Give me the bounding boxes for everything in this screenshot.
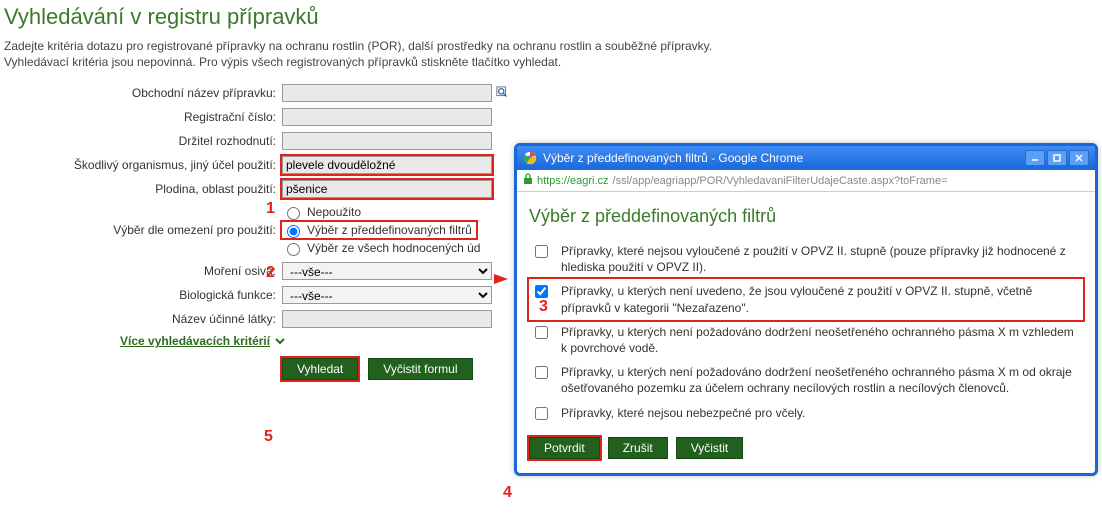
minimize-button[interactable] <box>1025 150 1045 166</box>
radio-nepouzito-label: Nepoužito <box>307 205 361 219</box>
url-path: /ssl/app/eagriapp/POR/VyhledavaniFilterU… <box>613 175 948 187</box>
filter-text-3: Přípravky, u kterých není požadováno dod… <box>561 324 1081 356</box>
filter-checkbox-1[interactable] <box>535 245 548 258</box>
holder-input[interactable] <box>282 132 492 150</box>
more-criteria-label: Více vyhledávacích kritérií <box>120 334 270 348</box>
address-bar[interactable]: https://eagri.cz/ssl/app/eagriapp/POR/Vy… <box>517 170 1095 192</box>
chevron-down-icon <box>274 335 286 347</box>
radio-predef-label: Výběr z předdefinovaných filtrů <box>307 223 472 237</box>
substance-input[interactable] <box>282 310 492 328</box>
radio-predef[interactable]: Výběr z předdefinovaných filtrů <box>282 222 476 238</box>
marker-4: 4 <box>503 484 512 502</box>
label-holder: Držitel rozhodnutí: <box>0 134 282 148</box>
filter-popup: Výběr z předdefinovaných filtrů - Google… <box>514 143 1098 476</box>
lock-icon <box>523 173 533 188</box>
filter-row-3[interactable]: Přípravky, u kterých není požadováno dod… <box>529 320 1083 360</box>
marker-2: 2 <box>266 264 275 282</box>
radio-all-label: Výběr ze všech hodnocených úd <box>307 241 480 255</box>
marker-1: 1 <box>266 200 275 218</box>
arrow-red-icon <box>494 274 508 284</box>
popup-titlebar[interactable]: Výběr z předdefinovaných filtrů - Google… <box>517 146 1095 170</box>
label-seed: Moření osiva: <box>0 264 282 278</box>
popup-heading: Výběr z předdefinovaných filtrů <box>529 206 1083 227</box>
biofunc-select[interactable]: ---vše--- <box>282 286 492 304</box>
intro-text: Zadejte kritéria dotazu pro registrované… <box>0 38 1102 78</box>
marker-5: 5 <box>264 428 273 446</box>
page-title: Vyhledávání v registru přípravků <box>0 4 1102 30</box>
filter-checkbox-2[interactable] <box>535 285 548 298</box>
more-criteria-link[interactable]: Více vyhledávacích kritérií <box>120 334 286 348</box>
popup-window-title: Výběr z předdefinovaných filtrů - Google… <box>543 151 1019 165</box>
confirm-button[interactable]: Potvrdit <box>529 437 600 459</box>
intro-line-2: Vyhledávací kritéria jsou nepovinná. Pro… <box>4 55 561 69</box>
reg-num-input[interactable] <box>282 108 492 126</box>
radio-all-input[interactable] <box>287 243 300 256</box>
url-host: https://eagri.cz <box>537 175 609 187</box>
filter-text-1: Přípravky, které nejsou vyloučené z použ… <box>561 243 1081 275</box>
filter-text-5: Přípravky, které nejsou nebezpečné pro v… <box>561 405 1081 421</box>
filter-row-4[interactable]: Přípravky, u kterých není požadováno dod… <box>529 360 1083 400</box>
label-biofunc: Biologická funkce: <box>0 288 282 302</box>
crop-input[interactable] <box>282 180 492 198</box>
filter-text-4: Přípravky, u kterých není požadováno dod… <box>561 364 1081 396</box>
clear-form-button[interactable]: Vyčistit formul <box>368 358 472 380</box>
pest-input[interactable] <box>282 156 492 174</box>
seed-select[interactable]: ---vše--- <box>282 262 492 280</box>
filter-checkbox-4[interactable] <box>535 366 548 379</box>
marker-3: 3 <box>539 298 548 316</box>
label-reg-num: Registrační číslo: <box>0 110 282 124</box>
radio-nepouzito-input[interactable] <box>287 207 300 220</box>
radio-nepouzito[interactable]: Nepoužito <box>282 204 480 220</box>
label-substance: Název účinné látky: <box>0 312 282 326</box>
filter-row-1[interactable]: Přípravky, které nejsou vyloučené z použ… <box>529 239 1083 279</box>
filter-row-2[interactable]: Přípravky, u kterých není uvedeno, že js… <box>529 279 1083 319</box>
close-button[interactable] <box>1069 150 1089 166</box>
filter-row-5[interactable]: Přípravky, které nejsou nebezpečné pro v… <box>529 401 1083 427</box>
cancel-button[interactable]: Zrušit <box>608 437 668 459</box>
filter-checkbox-3[interactable] <box>535 326 548 339</box>
chrome-icon <box>523 151 537 165</box>
label-trade-name: Obchodní název přípravku: <box>0 86 282 100</box>
label-restrict: Výběr dle omezení pro použití: <box>0 223 282 237</box>
trade-name-input[interactable] <box>282 84 492 102</box>
clear-button[interactable]: Vyčistit <box>676 437 744 459</box>
radio-all[interactable]: Výběr ze všech hodnocených úd <box>282 240 480 256</box>
label-crop: Plodina, oblast použití: <box>0 182 282 196</box>
radio-predef-input[interactable] <box>287 225 300 238</box>
label-pest: Škodlivý organismus, jiný účel použití: <box>0 158 282 172</box>
intro-line-1: Zadejte kritéria dotazu pro registrované… <box>4 39 712 53</box>
maximize-button[interactable] <box>1047 150 1067 166</box>
search-icon[interactable] <box>496 86 510 100</box>
filter-text-2: Přípravky, u kterých není uvedeno, že js… <box>561 283 1081 315</box>
search-button[interactable]: Vyhledat <box>282 358 358 380</box>
filter-checkbox-5[interactable] <box>535 407 548 420</box>
